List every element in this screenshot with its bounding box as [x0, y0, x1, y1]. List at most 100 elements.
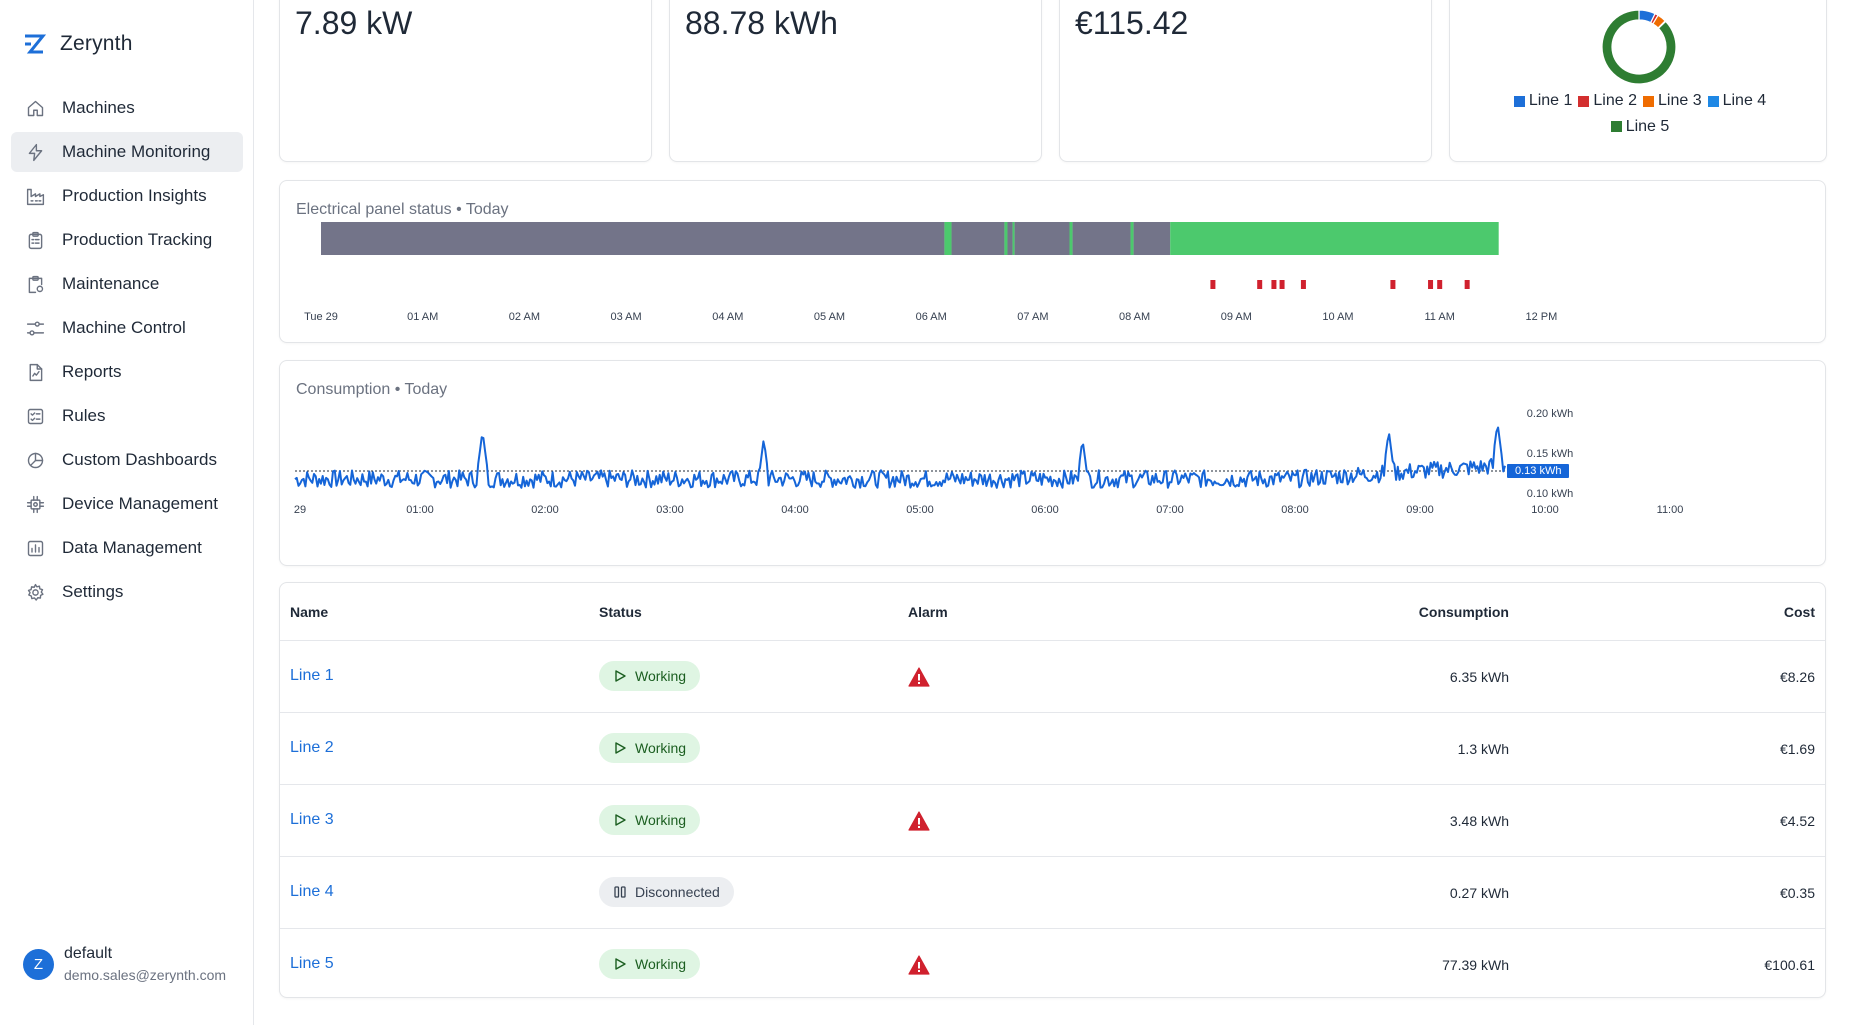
energy-value: 88.78 kWh — [685, 5, 838, 41]
table-row[interactable]: Line 1 Working 6.35 kWh €8.26 — [280, 641, 1825, 713]
gear-icon — [24, 581, 46, 603]
header-alarm[interactable]: Alarm — [908, 604, 948, 620]
consumption-x-tick: 06:00 — [1031, 504, 1059, 516]
table-row[interactable]: Line 2 Working 1.3 kWh €1.69 — [280, 713, 1825, 785]
status-segment-on[interactable] — [1069, 222, 1073, 255]
status-tick-label: 03 AM — [610, 311, 642, 323]
sidebar-item-production-tracking[interactable]: Production Tracking — [11, 220, 243, 260]
legend-label: Line 3 — [1658, 92, 1702, 109]
legend-item[interactable]: Line 3 — [1643, 89, 1702, 113]
consumption-x-tick: 07:00 — [1156, 504, 1184, 516]
status-tick-label: 11 AM — [1424, 311, 1455, 323]
alarm-warning-icon[interactable] — [908, 955, 930, 975]
sidebar-item-machine-control[interactable]: Machine Control — [11, 308, 243, 348]
status-segment-on[interactable] — [1012, 222, 1015, 255]
line-name-link[interactable]: Line 5 — [290, 955, 334, 973]
consumption-value: 3.48 kWh — [1449, 813, 1509, 829]
power-value: 7.89 kW — [295, 5, 413, 41]
consumption-x-tick: 29 — [293, 504, 307, 516]
line-name-link[interactable]: Line 4 — [290, 883, 334, 901]
consumption-value: 6.35 kWh — [1449, 669, 1509, 685]
status-segment-on[interactable] — [1170, 222, 1499, 255]
brand[interactable]: Zerynth — [22, 32, 133, 56]
status-segment-on[interactable] — [944, 222, 952, 255]
sidebar-item-data-management[interactable]: Data Management — [11, 528, 243, 568]
user-profile[interactable]: Z default demo.sales@zerynth.com — [23, 945, 226, 983]
alarm-marker[interactable] — [1390, 280, 1396, 289]
status-segment-on[interactable] — [1130, 222, 1134, 255]
legend-item[interactable]: Line 5 — [1610, 115, 1670, 139]
status-tick-label: 01 AM — [407, 311, 439, 323]
status-segment-off[interactable] — [951, 222, 1005, 255]
sidebar-item-rules[interactable]: Rules — [11, 396, 243, 436]
legend-label: Line 4 — [1722, 92, 1767, 109]
alarm-marker[interactable] — [1300, 280, 1306, 289]
header-cost[interactable]: Cost — [1784, 604, 1815, 620]
alarm-marker[interactable] — [1257, 280, 1263, 289]
status-badge: Working — [599, 661, 701, 691]
sidebar-item-custom-dashboards[interactable]: Custom Dashboards — [11, 440, 243, 480]
play-icon — [613, 669, 627, 683]
sidebar-item-maintenance[interactable]: Maintenance — [11, 264, 243, 304]
status-tick-label: 12 PM — [1525, 311, 1558, 323]
status-segment-off[interactable] — [321, 222, 945, 255]
alarm-marker[interactable] — [1279, 280, 1285, 289]
power-card: 7.89 kW — [279, 0, 652, 162]
header-name[interactable]: Name — [290, 604, 328, 620]
sidebar-item-settings[interactable]: Settings — [11, 572, 243, 612]
consumption-x-tick: 11:00 — [1656, 504, 1684, 516]
sidebar-item-reports[interactable]: Reports — [11, 352, 243, 392]
status-badge: Disconnected — [599, 877, 734, 907]
status-segment-on[interactable] — [1004, 222, 1008, 255]
sliders-icon — [24, 317, 46, 339]
sidebar-item-machines[interactable]: Machines — [11, 88, 243, 128]
bar-chart-icon — [24, 537, 46, 559]
table-row[interactable]: Line 4 Disconnected 0.27 kWh €0.35 — [280, 857, 1825, 929]
sidebar-item-machine-monitoring[interactable]: Machine Monitoring — [11, 132, 243, 172]
alarm-marker[interactable] — [1464, 280, 1470, 289]
sidebar-item-device-management[interactable]: Device Management — [11, 484, 243, 524]
alarm-warning-icon[interactable] — [908, 667, 930, 687]
status-segment-off[interactable] — [1133, 222, 1171, 255]
consumption-y-tick: 0.15 kWh — [1526, 448, 1574, 460]
alarm-warning-icon[interactable] — [908, 811, 930, 831]
sidebar-item-label: Device Management — [62, 494, 218, 513]
clipboard-gear-icon — [24, 273, 46, 295]
sidebar-item-label: Rules — [62, 406, 106, 425]
brand-name: Zerynth — [60, 32, 133, 55]
line-name-link[interactable]: Line 1 — [290, 667, 334, 685]
sidebar-item-production-insights[interactable]: Production Insights — [11, 176, 243, 216]
status-segment-off[interactable] — [1072, 222, 1131, 255]
legend-item[interactable]: Line 1 — [1513, 89, 1572, 113]
legend-swatch — [1610, 121, 1622, 132]
legend-item[interactable]: Line 4 — [1707, 89, 1767, 113]
consumption-y-tick: 0.20 kWh — [1526, 408, 1574, 420]
alarm-marker[interactable] — [1271, 280, 1277, 289]
sidebar-item-label: Reports — [62, 362, 122, 381]
status-tick-label: Tue 29 — [304, 311, 338, 323]
legend-item[interactable]: Line 2 — [1578, 89, 1637, 113]
consumption-series-line[interactable] — [294, 426, 1506, 489]
consumption-x-tick: 08:00 — [1281, 504, 1309, 516]
sidebar-item-label: Settings — [62, 582, 124, 601]
alarm-marker[interactable] — [1428, 280, 1434, 289]
table-header-row: Name Status Alarm Consumption Cost — [280, 583, 1825, 641]
alarm-marker[interactable] — [1210, 280, 1216, 289]
energy-card: 88.78 kWh — [669, 0, 1042, 162]
header-consumption[interactable]: Consumption — [1419, 604, 1509, 620]
line-name-link[interactable]: Line 2 — [290, 739, 334, 757]
table-row[interactable]: Line 5 Working 77.39 kWh €100.61 — [280, 929, 1825, 1001]
sidebar-item-label: Production Insights — [62, 186, 207, 205]
consumption-value: 1.3 kWh — [1457, 741, 1509, 757]
status-segment-off[interactable] — [1014, 222, 1070, 255]
user-email: demo.sales@zerynth.com — [64, 967, 227, 983]
status-label: Working — [635, 812, 687, 828]
line-name-link[interactable]: Line 3 — [290, 811, 334, 829]
legend-label: Line 5 — [1625, 117, 1670, 135]
avatar: Z — [23, 948, 54, 980]
table-row[interactable]: Line 3 Working 3.48 kWh €4.52 — [280, 785, 1825, 857]
alarm-marker[interactable] — [1437, 280, 1443, 289]
header-status[interactable]: Status — [599, 604, 642, 620]
status-segment-off[interactable] — [1007, 222, 1013, 255]
bolt-icon — [24, 141, 46, 163]
